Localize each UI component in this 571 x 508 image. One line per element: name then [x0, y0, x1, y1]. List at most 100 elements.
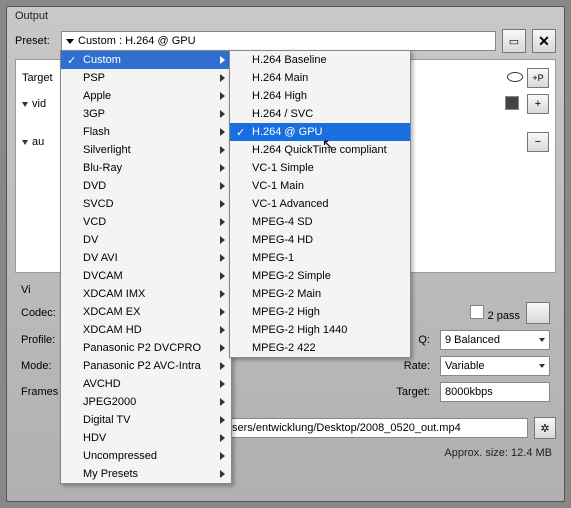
gear-icon: ✲: [540, 422, 549, 435]
menu-item[interactable]: My Presets: [61, 465, 231, 483]
browse-button[interactable]: ✲: [534, 417, 556, 439]
tree-expand-icon[interactable]: [22, 140, 28, 145]
settings-button[interactable]: [526, 302, 550, 324]
menu-item[interactable]: MPEG-2 Main: [230, 285, 410, 303]
submenu-arrow-icon: [220, 74, 225, 82]
add-preset-button[interactable]: +P: [527, 68, 549, 88]
submenu-arrow-icon: [220, 452, 225, 460]
submenu-arrow-icon: [220, 110, 225, 118]
target-label: Target: [22, 72, 62, 84]
menu-item[interactable]: XDCAM EX: [61, 303, 231, 321]
submenu-arrow-icon: [220, 272, 225, 280]
add-button[interactable]: +: [527, 94, 549, 114]
menu-item[interactable]: SVCD: [61, 195, 231, 213]
submenu-arrow-icon: [220, 416, 225, 424]
submenu-arrow-icon: [220, 218, 225, 226]
submenu-arrow-icon: [220, 434, 225, 442]
close-button[interactable]: ✕: [532, 29, 556, 53]
menu-item[interactable]: Apple: [61, 87, 231, 105]
submenu-arrow-icon: [220, 308, 225, 316]
tree-expand-icon[interactable]: [22, 102, 28, 107]
output-path[interactable]: C:/Users/entwicklung/Desktop/2008_0520_o…: [205, 418, 528, 438]
menu-item[interactable]: VC-1 Advanced: [230, 195, 410, 213]
rate-select[interactable]: Variable: [440, 356, 550, 376]
menu-item[interactable]: XDCAM IMX: [61, 285, 231, 303]
quality-select[interactable]: 9 Balanced: [440, 330, 550, 350]
submenu-arrow-icon: [220, 236, 225, 244]
target-label2: Target:: [390, 386, 430, 398]
menu-item[interactable]: Custom✓: [61, 51, 231, 69]
preset-value: Custom : H.264 @ GPU: [78, 35, 196, 47]
submenu-arrow-icon: [220, 128, 225, 136]
menu-item[interactable]: VC-1 Main: [230, 177, 410, 195]
window-title: Output: [7, 7, 564, 25]
submenu-arrow-icon: [220, 56, 225, 64]
menu-item[interactable]: DVD: [61, 177, 231, 195]
target-input[interactable]: 8000kbps: [440, 382, 550, 402]
rate-label: Rate:: [390, 360, 430, 372]
menu-item[interactable]: 3GP: [61, 105, 231, 123]
preset-category-menu[interactable]: Custom✓PSPApple3GPFlashSilverlightBlu-Ra…: [60, 50, 232, 484]
menu-item[interactable]: Panasonic P2 DVCPRO: [61, 339, 231, 357]
checkbox[interactable]: [505, 96, 519, 110]
submenu-arrow-icon: [220, 290, 225, 298]
menu-item[interactable]: MPEG-2 Simple: [230, 267, 410, 285]
menu-item[interactable]: DV: [61, 231, 231, 249]
close-icon: ✕: [538, 33, 550, 50]
submenu-arrow-icon: [220, 344, 225, 352]
menu-item[interactable]: H.264 / SVC: [230, 105, 410, 123]
submenu-arrow-icon: [220, 326, 225, 334]
menu-item[interactable]: Digital TV: [61, 411, 231, 429]
submenu-arrow-icon: [220, 182, 225, 190]
two-pass-label: 2 pass: [488, 310, 520, 322]
submenu-arrow-icon: [220, 470, 225, 478]
submenu-arrow-icon: [220, 380, 225, 388]
chevron-down-icon: [539, 338, 545, 342]
menu-item[interactable]: HDV: [61, 429, 231, 447]
disk-icon: ▭: [509, 35, 519, 48]
remove-button[interactable]: −: [527, 132, 549, 152]
menu-item[interactable]: JPEG2000: [61, 393, 231, 411]
menu-item[interactable]: Blu-Ray: [61, 159, 231, 177]
submenu-arrow-icon: [220, 254, 225, 262]
tree-item[interactable]: vid: [32, 98, 46, 110]
menu-item[interactable]: Silverlight: [61, 141, 231, 159]
menu-item[interactable]: H.264 Main: [230, 69, 410, 87]
menu-item[interactable]: H.264 QuickTime compliant: [230, 141, 410, 159]
submenu-arrow-icon: [220, 200, 225, 208]
eye-icon[interactable]: [507, 72, 523, 82]
preset-combo[interactable]: Custom : H.264 @ GPU: [61, 31, 496, 51]
preset-submenu[interactable]: H.264 BaselineH.264 MainH.264 HighH.264 …: [229, 50, 411, 358]
submenu-arrow-icon: [220, 362, 225, 370]
menu-item[interactable]: MPEG-2 422: [230, 339, 410, 357]
menu-item[interactable]: AVCHD: [61, 375, 231, 393]
menu-item[interactable]: MPEG-2 High: [230, 303, 410, 321]
menu-item[interactable]: MPEG-1: [230, 249, 410, 267]
submenu-arrow-icon: [220, 164, 225, 172]
menu-item[interactable]: Panasonic P2 AVC-Intra: [61, 357, 231, 375]
chevron-down-icon: [539, 364, 545, 368]
menu-item[interactable]: H.264 High: [230, 87, 410, 105]
menu-item[interactable]: Flash: [61, 123, 231, 141]
submenu-arrow-icon: [220, 146, 225, 154]
video-section-label: Vi: [21, 284, 31, 296]
submenu-arrow-icon: [220, 92, 225, 100]
menu-item[interactable]: XDCAM HD: [61, 321, 231, 339]
menu-item[interactable]: H.264 @ GPU✓: [230, 123, 410, 141]
menu-item[interactable]: PSP: [61, 69, 231, 87]
tree-item[interactable]: au: [32, 136, 44, 148]
menu-item[interactable]: DVCAM: [61, 267, 231, 285]
two-pass-checkbox[interactable]: [470, 305, 484, 319]
submenu-arrow-icon: [220, 398, 225, 406]
menu-item[interactable]: MPEG-4 HD: [230, 231, 410, 249]
preset-label: Preset:: [15, 35, 55, 47]
menu-item[interactable]: DV AVI: [61, 249, 231, 267]
menu-item[interactable]: VC-1 Simple: [230, 159, 410, 177]
dropdown-triangle-icon: [66, 39, 74, 44]
menu-item[interactable]: Uncompressed: [61, 447, 231, 465]
menu-item[interactable]: MPEG-4 SD: [230, 213, 410, 231]
save-preset-button[interactable]: ▭: [502, 29, 526, 53]
menu-item[interactable]: MPEG-2 High 1440: [230, 321, 410, 339]
menu-item[interactable]: H.264 Baseline: [230, 51, 410, 69]
menu-item[interactable]: VCD: [61, 213, 231, 231]
